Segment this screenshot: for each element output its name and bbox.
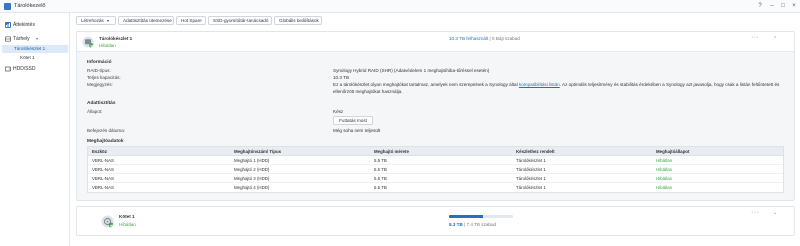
storage-manager-app-icon <box>4 3 11 10</box>
pool-name: Tárolókészlet 1 <box>99 36 133 41</box>
cell-status: Hibátlan <box>656 176 673 181</box>
scrub-state-label: Állapot: <box>87 109 103 114</box>
pool-used: 10.3 TB felhasznált <box>449 36 489 41</box>
volume-free: 7.4 TB szabad <box>466 222 497 227</box>
note-text-part: . Az optimális teljesítmény és stabilitá… <box>559 82 780 87</box>
column-header-size[interactable]: Meghajtó mérete <box>374 147 409 156</box>
note-text-part: ellenőrzött meghajtókat használja. <box>333 88 403 94</box>
table-row[interactable]: VBRL-NAS Meghajtó 4 (HDD) 5.5 TB Tárolók… <box>88 183 783 192</box>
create-label: Létrehozás <box>81 18 104 23</box>
cell-drive: Meghajtó 2 (HDD) <box>234 167 270 172</box>
volume-card[interactable]: Kötet 1 Hibátlan 8.3 TB | 7.4 TB szabad … <box>76 206 795 236</box>
cell-drive: Meghajtó 1 (HDD) <box>234 158 270 163</box>
note-text-part: Ez a tárolókészlet olyan meghajtókat tar… <box>333 82 519 87</box>
global-settings-button[interactable]: Globális beállítások <box>274 16 322 25</box>
cell-device: VBRL-NAS <box>92 176 114 181</box>
sidebar-item-label: HDD/SSD <box>13 66 36 72</box>
column-header-drive[interactable]: Meghajtónszám/ Típus <box>234 147 281 156</box>
info-section-title: Információ <box>87 60 112 65</box>
volume-capacity: 8.3 TB | 7.4 TB szabad <box>449 222 496 227</box>
table-row[interactable]: VBRL-NAS Meghajtó 2 (HDD) 5.5 TB Tárolók… <box>88 165 783 174</box>
completion-date-label: Befejezés dátuma: <box>87 128 126 133</box>
pool-status: Hibátlan <box>99 43 116 48</box>
total-capacity-value: 10.3 TB <box>333 75 350 80</box>
help-icon[interactable]: ? <box>756 2 764 10</box>
cell-status: Hibátlan <box>656 158 673 163</box>
window-titlebar: Tárolókezelő ? – □ × <box>0 0 800 13</box>
cell-pool: Tárolókészlet 1 <box>516 176 546 181</box>
cell-size: 5.5 TB <box>374 167 387 172</box>
raid-type-value: Synology Hybrid RAID (SHR) (Adatvédelem … <box>333 68 490 73</box>
table-row[interactable]: VBRL-NAS Meghajtó 1 (HDD) 5.5 TB Tárolók… <box>88 156 783 165</box>
close-icon[interactable]: × <box>790 2 798 10</box>
run-now-button[interactable]: Futtatás most <box>333 116 373 125</box>
storage-icon <box>5 36 11 42</box>
compatibility-list-link[interactable]: kompatibilitási listán <box>519 82 560 87</box>
sidebar-item-overview[interactable]: Áttekintés <box>2 20 68 30</box>
sidebar-item-label: Tárhely <box>13 36 30 42</box>
storage-pool-header[interactable]: Tárolókészlet 1 Hibátlan 10.3 TB felhasz… <box>77 32 794 52</box>
sidebar-item-volume[interactable]: Kötet 1 <box>2 54 68 62</box>
volume-usage-bar <box>449 215 513 218</box>
maximize-icon[interactable]: □ <box>779 2 787 10</box>
drive-table: Eszköz Meghajtónszám/ Típus Meghajtó mér… <box>87 146 784 193</box>
chevron-down-icon[interactable]: ▾ <box>36 34 38 44</box>
hot-spare-button[interactable]: Hot Spare <box>176 16 206 25</box>
volume-icon <box>101 215 114 228</box>
hdd-icon <box>5 66 11 72</box>
drive-info-title: Meghajtóadatok <box>87 139 124 144</box>
note-label: Megjegyzés: <box>87 82 113 87</box>
window-title: Tárolókezelő <box>14 3 46 9</box>
volume-status: Hibátlan <box>119 222 136 227</box>
column-header-status[interactable]: Meghajtóállapot <box>656 147 689 156</box>
pool-free: 0 Bájt szabad <box>492 36 520 41</box>
create-dropdown-button[interactable]: Létrehozás ▾ <box>76 16 116 25</box>
sidebar-item-label: Áttekintés <box>13 22 35 28</box>
column-header-device[interactable]: Eszköz <box>92 147 107 156</box>
sidebar-item-pool[interactable]: Tárolókészlet 1 <box>2 45 68 53</box>
cell-status: Hibátlan <box>656 185 673 190</box>
scrub-state-value: Kész <box>333 109 344 114</box>
data-scrubbing-title: Adattisztítás <box>87 101 116 106</box>
cell-device: VBRL-NAS <box>92 158 114 163</box>
cell-drive: Meghajtó 3 (HDD) <box>234 176 270 181</box>
volume-usage-fill <box>449 215 483 218</box>
sidebar-item-hdd[interactable]: HDD/SSD <box>2 64 68 74</box>
column-header-pool[interactable]: Készlethez rendelt <box>516 147 555 156</box>
cell-pool: Tárolókészlet 1 <box>516 158 546 163</box>
raid-type-label: RAID-típus: <box>87 68 111 73</box>
pool-capacity: 10.3 TB felhasznált | 0 Bájt szabad <box>449 36 520 41</box>
cell-device: VBRL-NAS <box>92 167 114 172</box>
note-text: Ez a tárolókészlet olyan meghajtókat tar… <box>333 82 793 95</box>
cell-size: 5.5 TB <box>374 158 387 163</box>
completion-date-value: Még soha nem teljesült <box>333 128 381 133</box>
caret-down-icon: ▾ <box>107 18 110 23</box>
minimize-icon[interactable]: – <box>768 2 776 10</box>
storage-pool-icon <box>82 36 94 48</box>
more-options-icon[interactable]: ··· <box>751 34 760 41</box>
more-options-icon[interactable]: ··· <box>751 209 760 216</box>
cell-pool: Tárolókészlet 1 <box>516 185 546 190</box>
chevron-down-icon[interactable]: ⌄ <box>773 210 777 216</box>
overview-icon <box>5 22 11 28</box>
data-scrub-schedule-button[interactable]: Adattisztítás ütemezése <box>118 16 174 25</box>
sidebar: Áttekintés Tárhely ▾ Tárolókészlet 1 Köt… <box>0 13 70 246</box>
cell-size: 5.5 TB <box>374 176 387 181</box>
volume-used: 8.3 TB <box>449 222 463 227</box>
cell-device: VBRL-NAS <box>92 185 114 190</box>
table-row[interactable]: VBRL-NAS Meghajtó 3 (HDD) 5.5 TB Tárolók… <box>88 174 783 183</box>
volume-name: Kötet 1 <box>119 214 135 219</box>
ssd-cache-advisor-button[interactable]: SSD-gyorsítótár-tanácsadó <box>208 16 272 25</box>
chevron-up-icon[interactable]: ⌃ <box>773 36 777 42</box>
storage-pool-card: Tárolókészlet 1 Hibátlan 10.3 TB felhasz… <box>76 31 795 201</box>
cell-pool: Tárolókészlet 1 <box>516 167 546 172</box>
cell-drive: Meghajtó 4 (HDD) <box>234 185 270 190</box>
table-header: Eszköz Meghajtónszám/ Típus Meghajtó mér… <box>88 147 783 156</box>
cell-size: 5.5 TB <box>374 185 387 190</box>
cell-status: Hibátlan <box>656 167 673 172</box>
sidebar-item-storage[interactable]: Tárhely ▾ <box>2 34 68 44</box>
total-capacity-label: Teljes kapacitás: <box>87 75 121 80</box>
